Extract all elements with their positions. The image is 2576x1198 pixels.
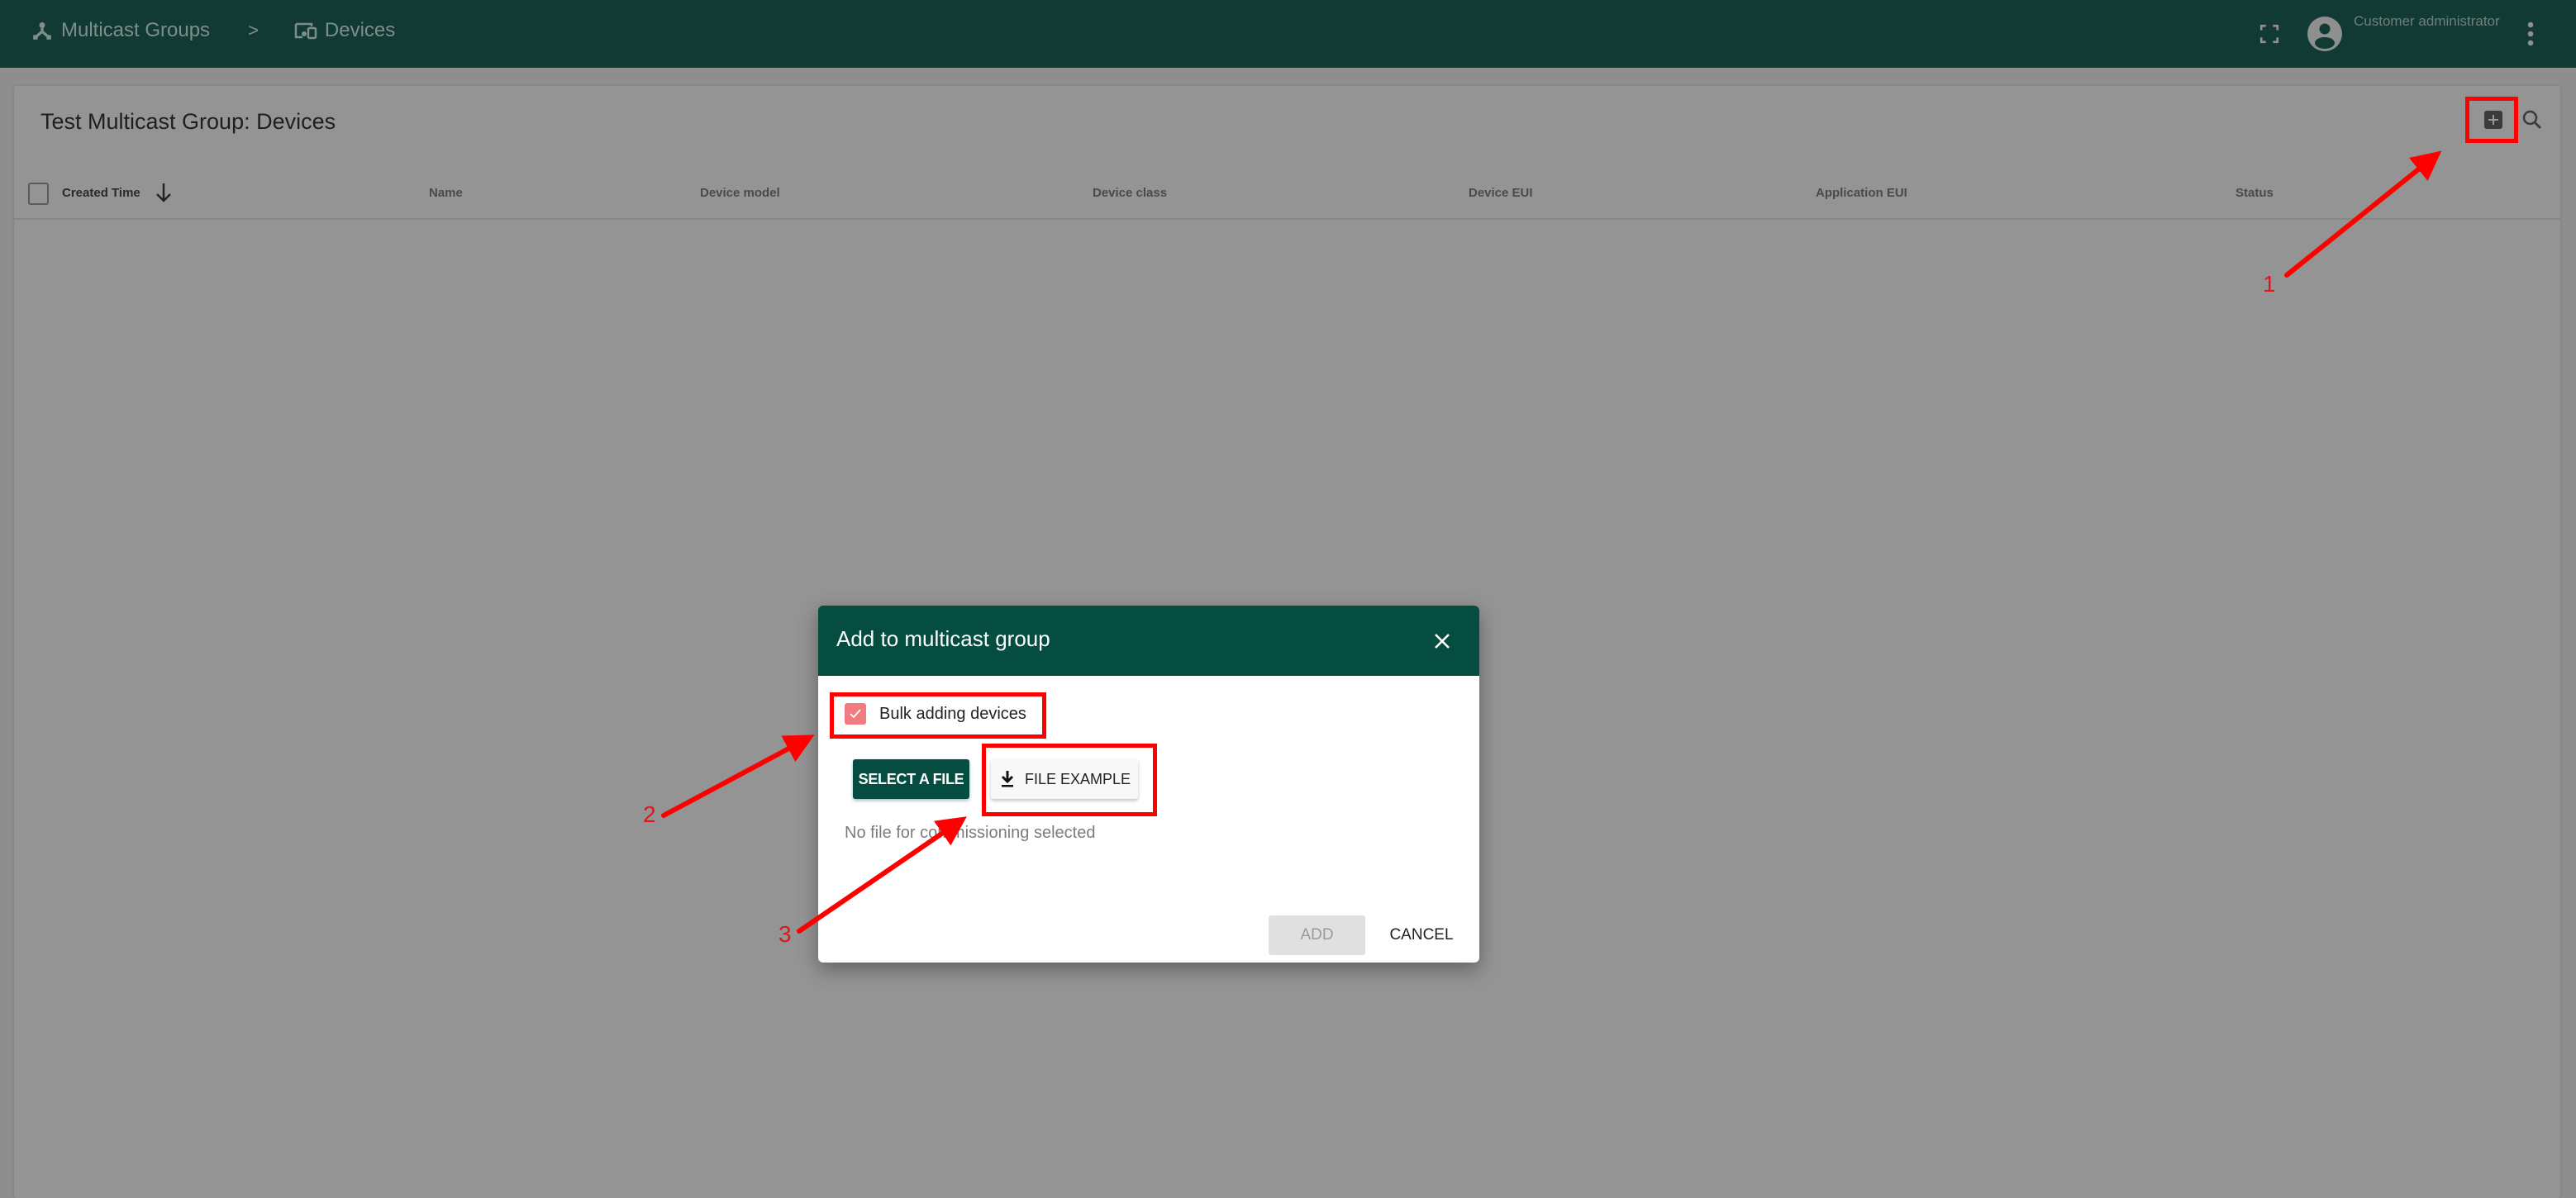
add-to-multicast-dialog: Add to multicast group Bulk adding devic… xyxy=(818,606,1479,963)
devices-icon xyxy=(293,18,318,43)
breadcrumb-separator: > xyxy=(248,20,259,40)
annotation-label-1: 1 xyxy=(2263,271,2276,297)
bulk-adding-label: Bulk adding devices xyxy=(879,704,1026,723)
column-device-class[interactable]: Device class xyxy=(1093,186,1167,200)
breadcrumb-devices[interactable]: Devices xyxy=(325,19,395,42)
add-button[interactable]: ADD xyxy=(1269,915,1365,955)
breadcrumb-multicast-groups[interactable]: Multicast Groups xyxy=(61,19,210,42)
fullscreen-icon[interactable] xyxy=(2259,23,2280,45)
column-status[interactable]: Status xyxy=(2236,186,2274,200)
annotation-label-2: 2 xyxy=(643,801,656,827)
download-icon xyxy=(998,769,1017,789)
no-file-text: No file for commissioning selected xyxy=(845,824,1096,842)
breadcrumb: Multicast Groups > Devices xyxy=(30,18,395,43)
cancel-button[interactable]: CANCEL xyxy=(1380,915,1463,955)
bulk-adding-checkbox[interactable]: Bulk adding devices xyxy=(845,703,1026,725)
select-all-checkbox[interactable] xyxy=(28,183,49,205)
top-bar: Multicast Groups > Devices Customer admi… xyxy=(0,0,2576,68)
checkbox-checked-icon[interactable] xyxy=(845,703,866,725)
account-circle-icon[interactable] xyxy=(2307,17,2342,51)
dialog-header: Add to multicast group xyxy=(818,606,1479,676)
select-file-button[interactable]: SELECT A FILE xyxy=(853,759,969,799)
column-device-eui[interactable]: Device EUI xyxy=(1469,186,1533,200)
add-box-icon xyxy=(2484,111,2502,129)
page-title: Test Multicast Group: Devices xyxy=(40,109,336,134)
column-name[interactable]: Name xyxy=(429,186,463,200)
multicast-icon xyxy=(30,18,55,43)
annotation-label-3: 3 xyxy=(779,921,792,947)
dialog-title: Add to multicast group xyxy=(836,626,1050,651)
arrow-down-icon[interactable] xyxy=(153,180,174,205)
column-created-time[interactable]: Created Time xyxy=(62,186,140,200)
column-device-model[interactable]: Device model xyxy=(700,186,780,200)
add-device-button[interactable] xyxy=(2481,107,2506,132)
file-example-label: FILE EXAMPLE xyxy=(1024,770,1131,787)
table-header: Created Time Name Device model Device cl… xyxy=(14,169,2560,220)
more-vert-icon[interactable] xyxy=(2525,20,2536,48)
column-application-eui[interactable]: Application EUI xyxy=(1816,186,1907,200)
close-icon[interactable] xyxy=(1430,629,1455,654)
search-icon[interactable] xyxy=(2520,107,2545,132)
user-role: Customer administrator xyxy=(2354,13,2500,29)
file-example-button[interactable]: FILE EXAMPLE xyxy=(991,759,1138,799)
